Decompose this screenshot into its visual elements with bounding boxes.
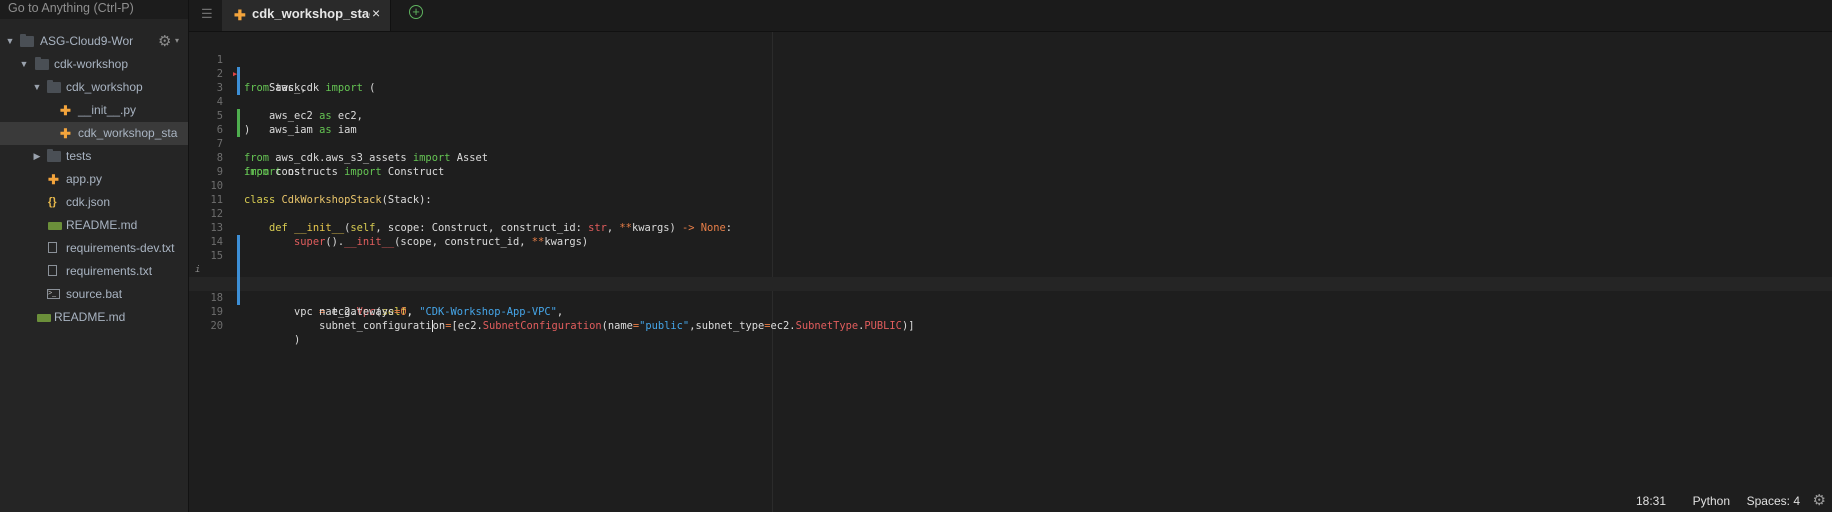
code-line[interactable]: 13 super().__init__(scope, construct_id,… [189, 207, 1832, 248]
code-line[interactable]: 7 import os [189, 123, 1832, 178]
code-line[interactable]: 8 from constructs import Construct [189, 137, 1832, 178]
code-line[interactable]: 10 class CdkWorkshopStack(Stack): [189, 165, 1832, 206]
text-file-icon [48, 265, 57, 276]
terminal-icon: >_ [47, 289, 60, 299]
modified-line-marker [237, 291, 240, 305]
folder-icon [35, 57, 49, 70]
code-line[interactable]: 12 def __init__(self, scope: Construct, … [189, 193, 1832, 234]
tree-item-file[interactable]: >_ source.bat [0, 283, 188, 306]
chevron-right-icon[interactable]: ▶ [31, 145, 43, 168]
code-line[interactable]: 19 ) [189, 291, 1832, 346]
code-line[interactable]: 3 aws_ec2 as ec2, [189, 67, 1832, 122]
tab-title: cdk_workshop_stack.py [252, 6, 370, 21]
code-line-active[interactable]: 18 subnet_configuration=[ec2.SubnetConfi… [189, 277, 1832, 332]
tab-bar: ☰ ✚ cdk_workshop_stack.py × + [189, 0, 1832, 32]
code-text[interactable]: ) [244, 333, 300, 347]
file-tree-panel: Go to Anything (Ctrl-P) ⚙ ▾ ▼ ASG-Cloud9… [0, 0, 189, 512]
chevron-down-icon[interactable]: ▼ [31, 76, 43, 99]
modified-line-marker [237, 67, 240, 81]
added-line-marker [237, 123, 240, 137]
tree-item-label: source.bat [66, 287, 123, 301]
indent-setting[interactable]: Spaces: 4 [1747, 494, 1800, 508]
add-tab-icon[interactable]: + [409, 5, 423, 19]
code-line[interactable]: 1 ▶ from aws_cdk import ( [189, 39, 1832, 94]
tree-item-label: README.md [54, 310, 126, 324]
close-icon[interactable]: × [372, 6, 380, 20]
modified-line-marker [237, 277, 240, 291]
cursor-position[interactable]: 18:31 [1636, 494, 1666, 508]
tree-item-label: app.py [66, 172, 103, 186]
python-icon: ✚ [60, 103, 71, 118]
tree-item-file[interactable]: requirements.txt [0, 260, 188, 283]
code-line[interactable]: 5 ) [189, 95, 1832, 136]
markdown-icon [37, 314, 51, 322]
python-icon: ✚ [48, 172, 59, 187]
language-mode[interactable]: Python [1693, 494, 1730, 508]
tree-item-folder[interactable]: ▶ tests [0, 145, 188, 168]
code-line[interactable]: 14 [189, 221, 1832, 248]
tree-item-file-selected[interactable]: ✚ cdk_workshop_sta [0, 122, 188, 145]
code-editor[interactable]: 1 ▶ from aws_cdk import ( 2 Stack, 3 aws… [189, 32, 1832, 512]
tree-item-label: cdk-workshop [54, 57, 129, 71]
modified-line-marker [237, 263, 240, 277]
tree-item-label: requirements-dev.txt [66, 241, 175, 255]
modified-line-marker [237, 235, 240, 249]
line-number: 20 [210, 320, 223, 332]
python-icon: ✚ [234, 7, 246, 23]
tree-item-folder[interactable]: ▼ cdk_workshop [0, 76, 188, 99]
code-line[interactable]: 6 from aws_cdk.aws_s3_assets import Asse… [189, 109, 1832, 164]
text-file-icon [48, 242, 57, 253]
tree-item-label: __init__.py [78, 103, 137, 117]
code-text[interactable]: subnet_configuration=[ec2.SubnetConfigur… [244, 319, 914, 333]
tab-cdk-workshop-stack[interactable]: ✚ cdk_workshop_stack.py × [222, 0, 391, 31]
folder-icon [47, 80, 61, 93]
chevron-down-icon[interactable]: ▼ [4, 30, 16, 53]
tree-item-folder[interactable]: ▼ cdk-workshop [0, 53, 188, 76]
code-lines[interactable]: 1 ▶ from aws_cdk import ( 2 Stack, 3 aws… [189, 39, 1832, 346]
python-icon: ✚ [60, 126, 71, 141]
tree-item-label: tests [66, 149, 92, 163]
status-bar: 18:31 Python Spaces: 4 ⚙ [1232, 490, 1832, 512]
chevron-down-icon[interactable]: ▼ [18, 53, 30, 76]
tree-item-label: cdk_workshop_sta [78, 126, 178, 140]
code-line[interactable]: 2 Stack, [189, 53, 1832, 94]
code-line[interactable]: 4 aws_iam as iam [189, 81, 1832, 136]
code-line[interactable]: 9 [189, 151, 1832, 178]
tree-item-label: cdk_workshop [66, 80, 143, 94]
file-tree: ▼ ASG-Cloud9-Wor ▼ cdk-workshop ▼ cdk_wo… [0, 30, 188, 329]
added-line-marker [237, 109, 240, 123]
tree-item-file[interactable]: README.md [0, 306, 188, 329]
code-line[interactable]: 15 # VPC [189, 235, 1832, 290]
tree-item-label: ASG-Cloud9-Wor [40, 34, 134, 48]
tree-item-file[interactable]: {} cdk.json [0, 191, 188, 214]
modified-line-marker [237, 249, 240, 263]
code-line[interactable]: 20 [189, 305, 1832, 332]
code-line[interactable]: 11 [189, 179, 1832, 206]
editor-settings-gear-icon[interactable]: ⚙ [1813, 491, 1826, 509]
folder-icon [20, 34, 34, 47]
text-cursor [431, 320, 433, 332]
code-line[interactable]: i 16 vpc = ec2.Vpc(self, "CDK-Workshop-A… [189, 249, 1832, 318]
tree-item-label: cdk.json [66, 195, 111, 209]
modified-line-marker [237, 81, 240, 95]
tree-item-label: requirements.txt [66, 264, 153, 278]
tree-item-file[interactable]: ✚ __init__.py [0, 99, 188, 122]
menu-icon[interactable]: ☰ [201, 6, 213, 22]
folder-icon [47, 149, 61, 162]
markdown-icon [48, 222, 62, 230]
tree-item-file[interactable]: ✚ app.py [0, 168, 188, 191]
code-line[interactable]: 17 nat_gateways=0, [189, 263, 1832, 318]
tree-item-root-folder[interactable]: ▼ ASG-Cloud9-Wor [0, 30, 188, 53]
go-to-anything-input[interactable]: Go to Anything (Ctrl-P) [0, 0, 188, 19]
tree-item-file[interactable]: requirements-dev.txt [0, 237, 188, 260]
tree-item-label: README.md [66, 218, 138, 232]
json-icon: {} [48, 196, 57, 208]
tree-item-file[interactable]: README.md [0, 214, 188, 237]
